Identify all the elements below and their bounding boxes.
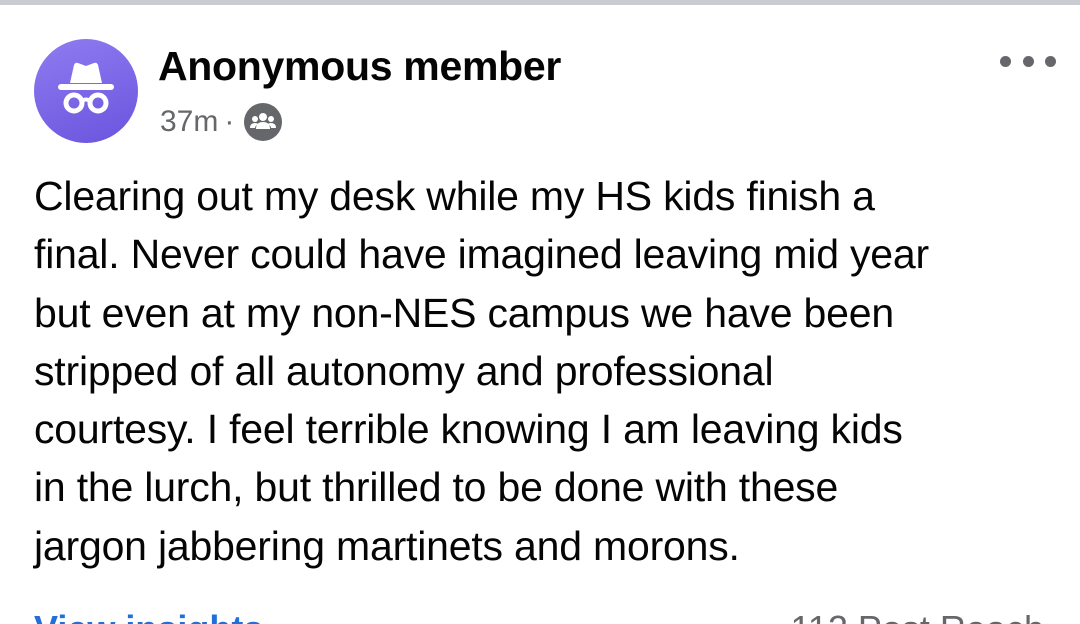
author-name[interactable]: Anonymous member <box>158 43 561 90</box>
post-footer: View insights 112 Post Reach <box>0 596 1080 624</box>
incognito-icon <box>50 53 122 130</box>
meta-separator: · <box>224 105 235 138</box>
post-timestamp[interactable]: 37m <box>160 105 218 139</box>
post-card: Anonymous member 37m · Clearing out my d… <box>0 5 1080 624</box>
more-dot <box>1022 55 1034 67</box>
post-stats[interactable]: 112 Post Reach <box>791 608 1045 624</box>
more-dot <box>1045 55 1056 67</box>
more-options-icon[interactable] <box>1000 43 1056 79</box>
group-icon[interactable] <box>244 103 283 141</box>
view-insights-link[interactable]: View insights <box>34 608 263 624</box>
post-meta: 37m · <box>160 102 283 142</box>
avatar[interactable] <box>34 39 138 143</box>
more-dot <box>1000 55 1011 67</box>
post-body: Clearing out my desk while my HS kids fi… <box>34 173 929 569</box>
